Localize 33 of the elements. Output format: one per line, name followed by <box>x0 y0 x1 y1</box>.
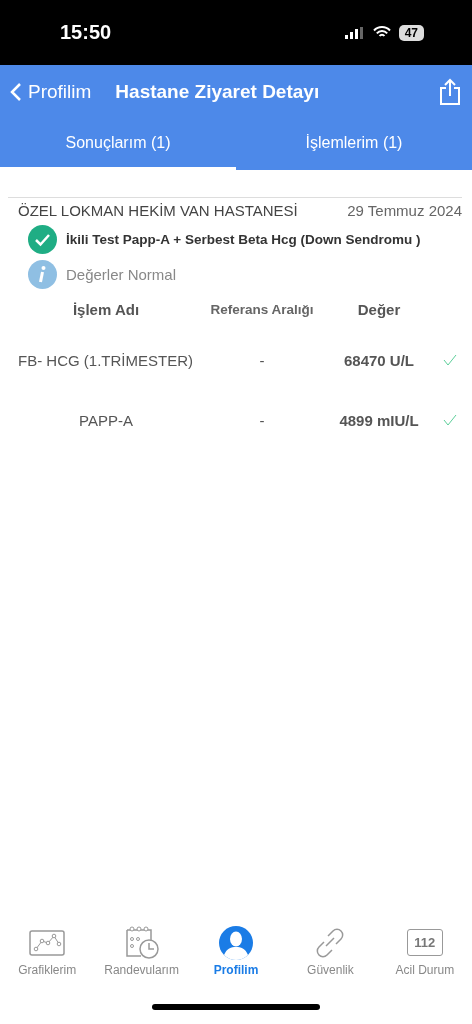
info-icon <box>28 260 57 289</box>
table-cell-text: 68470 U/L <box>342 350 415 371</box>
tab[interactable]: Sonuçlarım (1) <box>0 118 236 170</box>
emergency-number-icon: 112 <box>406 929 443 956</box>
calendar-clock-icon <box>123 926 160 960</box>
screen-title: Hastane Ziyaret Detayı <box>115 80 321 103</box>
hospital-name: ÖZEL LOKMAN HEKİM VAN HASTANESİ <box>18 202 298 219</box>
tab-bar-item[interactable]: Grafiklerim <box>0 926 95 990</box>
time-text: 15:50 <box>60 21 112 44</box>
battery-indicator: 47 <box>398 24 424 41</box>
column-header: İşlem Adı <box>71 300 141 320</box>
signal-icon <box>344 26 365 39</box>
tab-bar-item[interactable]: Randevularım <box>94 926 189 990</box>
chevron-left-icon <box>10 81 22 102</box>
table-cell-text: PAPP-A <box>78 410 134 431</box>
table-cell-text: 4899 mIU/L <box>338 410 420 431</box>
result-note: Değerler Normal <box>66 266 177 283</box>
column-header: Değer <box>356 300 402 320</box>
tab[interactable]: İşlemlerim (1) <box>236 118 472 170</box>
visit-date: 29 Temmuz 2024 <box>347 202 462 219</box>
share-icon[interactable] <box>438 77 462 106</box>
test-name: İkili Test Papp-A + Serbest Beta Hcg (Down Sendromu ) <box>66 232 421 247</box>
table-cell-text: - <box>258 410 266 431</box>
tab-bar-item[interactable]: 112 Acil Durum <box>377 926 472 990</box>
check-circle-icon <box>28 225 57 254</box>
table-cell-text: FB- HCG (1.TRİMESTER) <box>17 350 194 371</box>
table-cell-text: - <box>258 350 266 371</box>
column-header: Referans Aralığı <box>209 301 315 319</box>
tab-bar-item[interactable]: Profilim <box>188 926 284 990</box>
profile-icon <box>218 926 254 960</box>
back-button[interactable]: Profilim <box>10 80 92 103</box>
tab-bar-item[interactable]: Güvenlik <box>283 926 378 990</box>
wifi-icon <box>372 26 391 39</box>
